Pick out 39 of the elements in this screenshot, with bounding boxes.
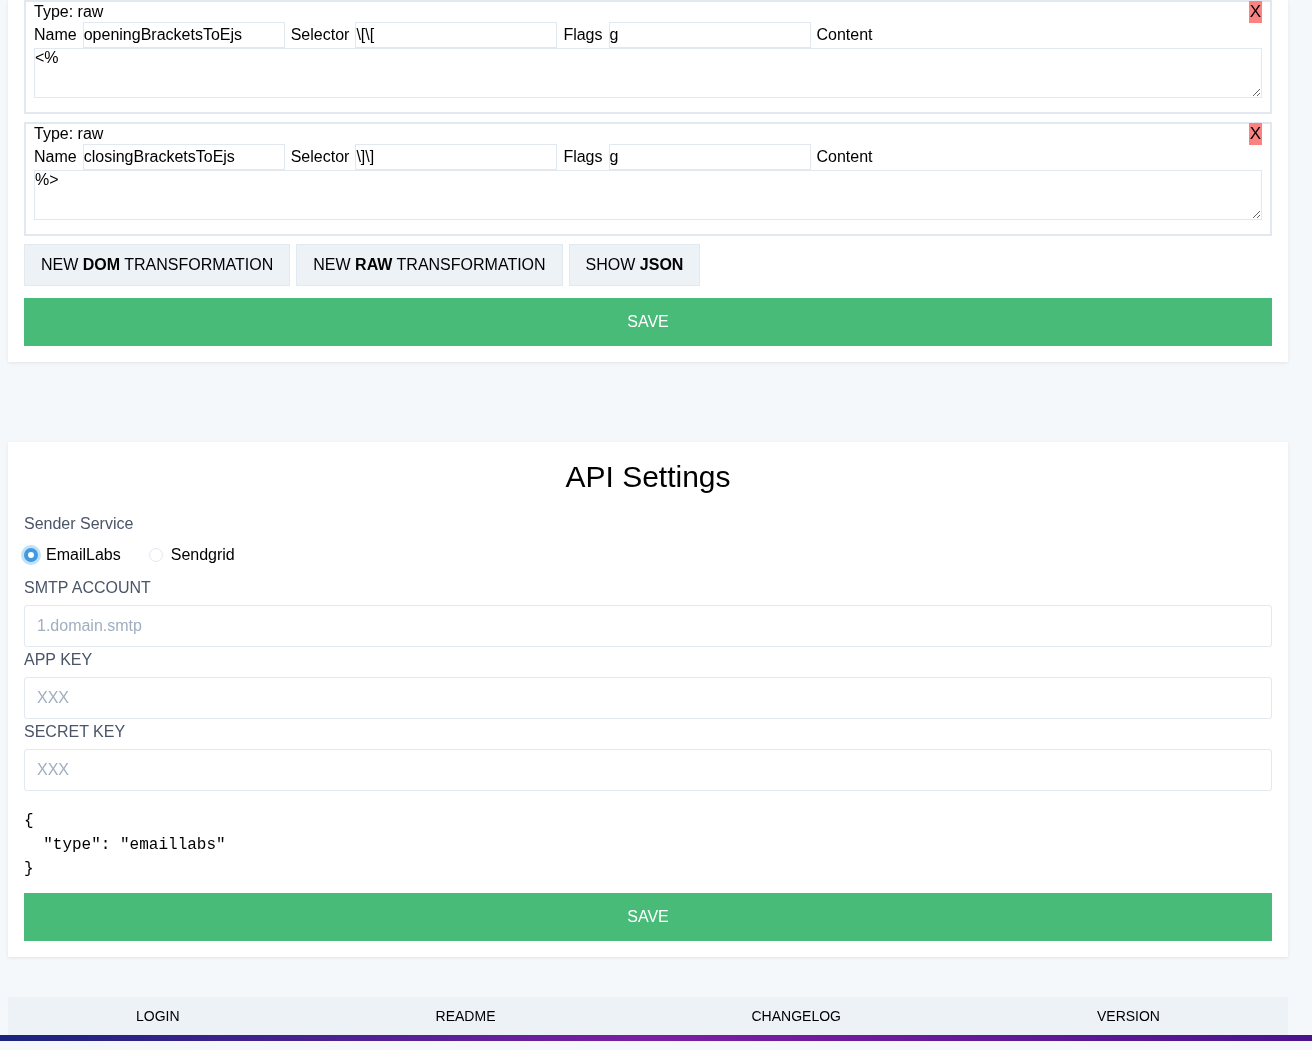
section-title: API Settings: [564, 460, 732, 494]
action-button[interactable]: NEW DOM TRANSFORMATION: [24, 244, 291, 286]
field-label: Selector: [290, 26, 350, 44]
radio-icon[interactable]: [24, 548, 38, 562]
field-label: APP KEY: [24, 650, 94, 670]
footer-link[interactable]: LOGIN: [136, 1008, 180, 1024]
field-label: Selector: [290, 148, 350, 166]
radio-option[interactable]: Sendgrid: [148, 546, 235, 564]
json-preview: { "type": "emaillabs" }: [24, 811, 227, 880]
field-label: Flags: [563, 148, 603, 166]
field-label: Flags: [563, 26, 603, 44]
field-label: Content: [816, 148, 873, 166]
delete-button[interactable]: X: [1248, 1, 1262, 23]
type-label: Type: raw: [34, 3, 104, 21]
footer-link[interactable]: VERSION: [1096, 1008, 1160, 1024]
action-button[interactable]: NEW RAW TRANSFORMATION: [296, 244, 563, 286]
input-field[interactable]: 1.domain.smtp: [24, 605, 1272, 647]
name-input[interactable]: openingBracketsToEjs: [82, 22, 285, 48]
selector-input[interactable]: \]\]: [355, 144, 558, 170]
name-input[interactable]: closingBracketsToEjs: [82, 144, 285, 170]
field-label: Content: [816, 26, 873, 44]
field-label: SECRET KEY: [24, 722, 127, 742]
input-field[interactable]: XXX: [24, 677, 1272, 719]
selector-input[interactable]: \[\[: [355, 22, 558, 48]
flags-input[interactable]: g: [608, 144, 811, 170]
field-label: SMTP ACCOUNT: [24, 578, 152, 598]
type-label: Type: raw: [34, 125, 104, 143]
field-label: Sender Service: [24, 514, 135, 534]
action-button[interactable]: SHOW JSON: [568, 244, 701, 286]
input-field[interactable]: XXX: [24, 749, 1272, 791]
content-textarea[interactable]: <%: [34, 48, 1262, 98]
footer-link[interactable]: CHANGELOG: [751, 1008, 841, 1024]
delete-button[interactable]: X: [1248, 123, 1262, 145]
radio-option[interactable]: EmailLabs: [24, 546, 121, 564]
field-label: Name: [34, 148, 77, 166]
flags-input[interactable]: g: [608, 22, 811, 48]
footer-link[interactable]: README: [435, 1008, 496, 1024]
content-textarea[interactable]: %>: [34, 170, 1262, 220]
field-label: Name: [34, 26, 77, 44]
